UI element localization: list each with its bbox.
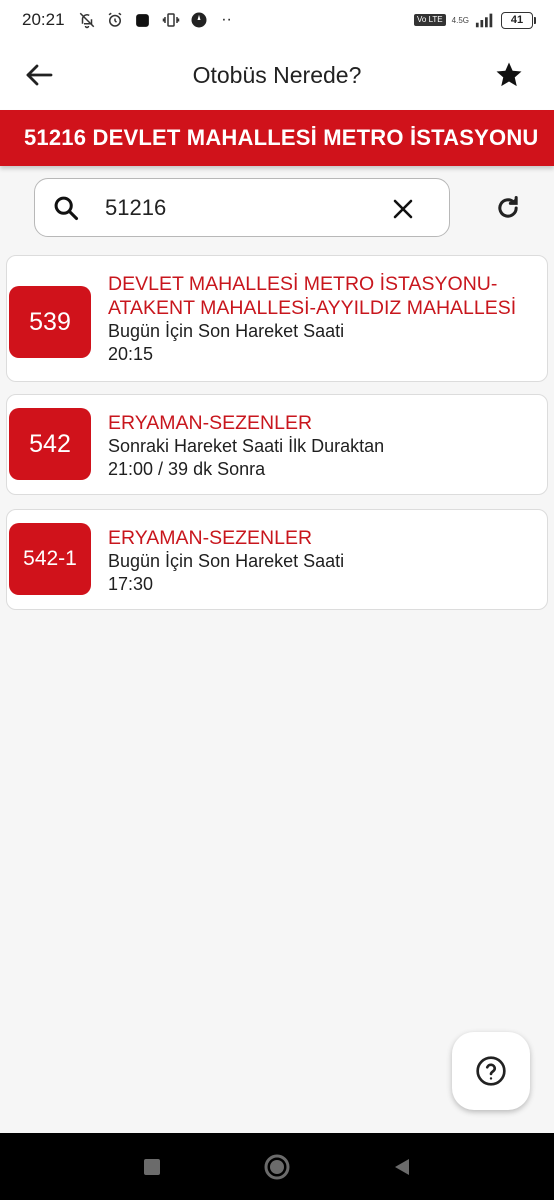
refresh-button[interactable]: [492, 192, 524, 224]
route-details: ERYAMAN-SEZENLER Bugün İçin Son Hareket …: [108, 526, 539, 596]
back-nav-button[interactable]: [388, 1153, 416, 1181]
close-icon: [393, 199, 413, 219]
stop-banner-text: 51216 DEVLET MAHALLESİ METRO İSTASYONU: [24, 125, 539, 150]
page-title: Otobüs Nerede?: [192, 61, 362, 88]
route-number-badge: 542-1: [9, 523, 91, 595]
route-card-542[interactable]: 542 ERYAMAN-SEZENLER Sonraki Hareket Saa…: [6, 394, 548, 495]
stop-banner: 51216 DEVLET MAHALLESİ METRO İSTASYONU: [0, 110, 554, 166]
departure-time: 21:00 / 39 dk Sonra: [108, 459, 266, 479]
route-details: DEVLET MAHALLESİ METRO İSTASYONU- ATAKEN…: [108, 272, 539, 366]
signal-icon: [475, 10, 495, 30]
status-right: Vo LTE 4.5G 41: [414, 10, 536, 30]
vibrate-icon: [161, 10, 181, 30]
app-square-icon: [133, 10, 153, 30]
departure-time: 17:30: [108, 574, 154, 594]
status-bar: 20:21 ·· Vo LTE 4.5G 41: [0, 0, 554, 40]
route-name: ERYAMAN-SEZENLER: [108, 412, 313, 434]
system-nav-bar: [0, 1133, 554, 1200]
route-details: ERYAMAN-SEZENLER Sonraki Hareket Saati İ…: [108, 411, 539, 481]
help-button[interactable]: [452, 1032, 530, 1110]
help-circle-icon: [476, 1056, 506, 1086]
back-button[interactable]: [22, 60, 56, 90]
arrow-left-icon: [26, 64, 53, 86]
star-icon: [496, 62, 522, 87]
departure-label: Sonraki Hareket Saati İlk Duraktan: [108, 436, 385, 456]
more-dots-icon: ··: [221, 11, 232, 28]
compass-icon: [189, 10, 209, 30]
bell-off-icon: [77, 10, 97, 30]
route-name: ATAKENT MAHALLESİ-AYYILDIZ MAHALLESİ: [108, 297, 517, 319]
search-box: [34, 178, 450, 237]
departure-label: Bugün İçin Son Hareket Saati: [108, 551, 345, 571]
departure-time: 20:15: [108, 344, 154, 364]
refresh-icon: [498, 195, 518, 218]
route-name: DEVLET MAHALLESİ METRO İSTASYONU-: [108, 273, 498, 295]
recents-button[interactable]: [138, 1153, 166, 1181]
departure-label: Bugün İçin Son Hareket Saati: [108, 321, 345, 341]
circle-icon: [264, 1154, 290, 1180]
search-icon: [51, 193, 81, 223]
battery-indicator: 41: [501, 11, 536, 29]
home-button[interactable]: [263, 1153, 291, 1181]
search-input[interactable]: [105, 191, 375, 225]
route-name: ERYAMAN-SEZENLER: [108, 527, 313, 549]
square-icon: [144, 1159, 160, 1175]
status-left: 20:21 ··: [22, 10, 237, 30]
status-time: 20:21: [22, 10, 65, 29]
alarm-icon: [105, 10, 125, 30]
network-type: 4.5G: [451, 15, 469, 25]
route-card-542-1[interactable]: 542-1 ERYAMAN-SEZENLER Bugün İçin Son Ha…: [6, 509, 548, 610]
battery-level: 41: [501, 11, 533, 29]
volte-badge: Vo LTE: [414, 14, 446, 26]
route-number-badge: 539: [9, 286, 91, 358]
app-bar: Otobüs Nerede?: [0, 40, 554, 110]
route-number-badge: 542: [9, 408, 91, 480]
route-card-539[interactable]: 539 DEVLET MAHALLESİ METRO İSTASYONU- AT…: [6, 255, 548, 382]
battery-tip: [534, 16, 536, 24]
favorite-button[interactable]: [492, 58, 526, 92]
triangle-back-icon: [395, 1159, 409, 1175]
clear-search-button[interactable]: [389, 195, 417, 223]
